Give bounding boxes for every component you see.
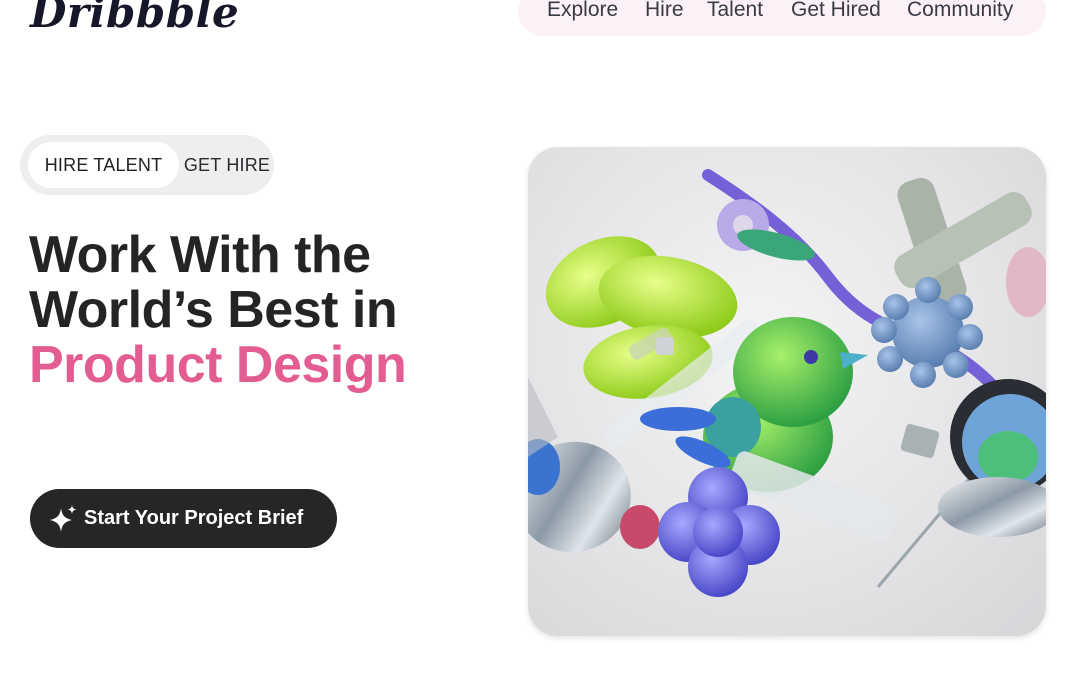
hire-mode-toggle: HIRE TALENT GET HIRE <box>20 135 274 195</box>
headline-accent: Product Design <box>29 336 407 394</box>
spiky-ball-shape <box>871 277 983 388</box>
nav-get-hired[interactable]: Get Hired <box>791 0 881 22</box>
toggle-get-hire[interactable]: GET HIRE <box>180 142 274 188</box>
toggle-hire-talent[interactable]: HIRE TALENT <box>28 142 179 188</box>
sparkle-icon <box>50 504 77 532</box>
nav-talent[interactable]: Talent <box>707 0 763 22</box>
nav-explore[interactable]: Explore <box>547 0 618 22</box>
headline-line-1: Work With the <box>29 226 371 284</box>
hero-image <box>528 147 1046 636</box>
headline-line-2: World’s Best in <box>29 281 398 339</box>
dribbble-logo[interactable]: Dribbble <box>30 0 239 37</box>
cta-label: Start Your Project Brief <box>84 507 304 529</box>
start-project-brief-button[interactable]: Start Your Project Brief <box>30 489 337 548</box>
hero-headline: Work With the World’s Best in Product De… <box>29 226 407 394</box>
top-nav: Explore Hire Talent Get Hired Community <box>518 0 1046 36</box>
nav-community[interactable]: Community <box>907 0 1013 22</box>
hero-illustration <box>528 169 1046 597</box>
lime-coil-shape <box>545 236 738 399</box>
nav-hire[interactable]: Hire <box>645 0 684 22</box>
